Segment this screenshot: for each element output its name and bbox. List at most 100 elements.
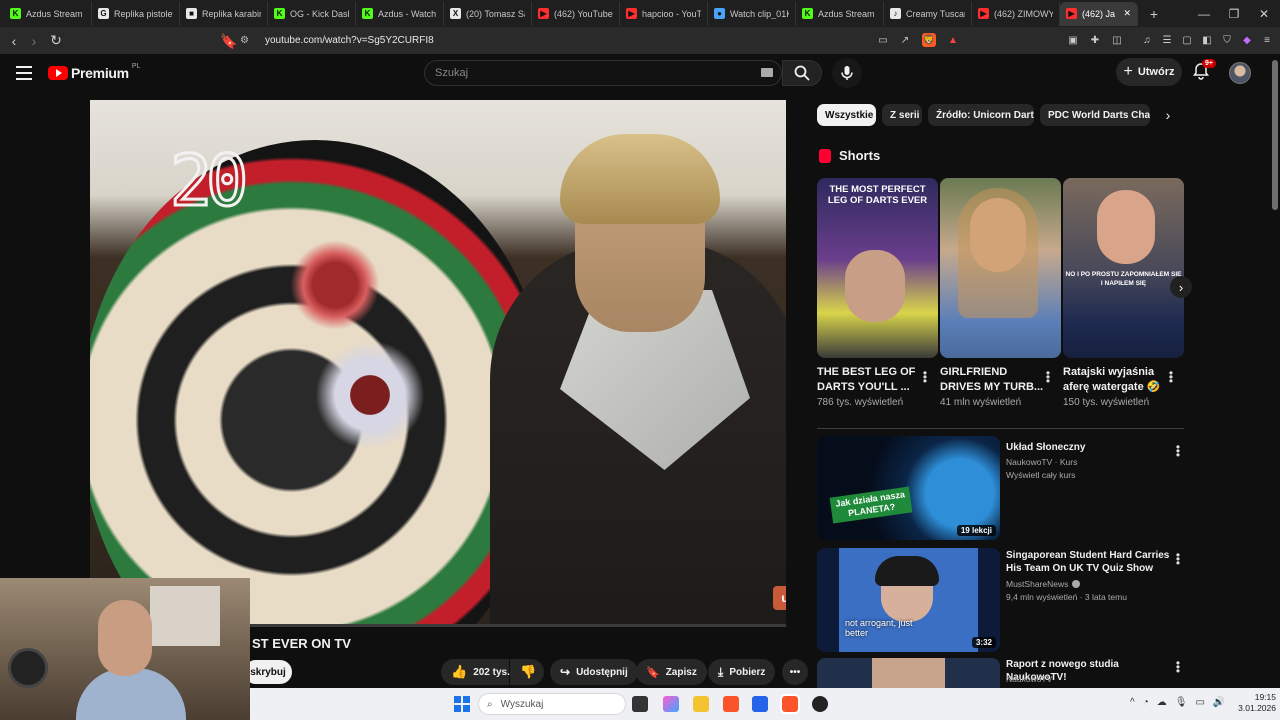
reload-icon[interactable]: ↻ [46, 31, 66, 51]
copilot-icon[interactable] [663, 696, 679, 712]
kebab-menu-icon[interactable]: • • • [920, 367, 930, 387]
tab-favicon-icon: ▶ [1066, 8, 1077, 19]
download-button[interactable]: ⤓ Pobierz [708, 659, 776, 685]
video-player[interactable]: 20 u [90, 100, 786, 626]
maximize-icon[interactable]: ❐ [1219, 0, 1249, 27]
file-explorer-icon[interactable] [693, 696, 709, 712]
brave-rewards-icon[interactable]: ▲ [946, 33, 960, 47]
kebab-menu-icon[interactable]: • • • [1173, 549, 1183, 569]
chip-series[interactable]: Z serii [882, 104, 922, 126]
view-full-course-link[interactable]: Wyświetl cały kurs [1006, 469, 1075, 481]
browser-tab[interactable]: ● Watch clip_01K [708, 1, 796, 26]
short-thumbnail[interactable]: NO I PO PROSTU ZAPOMNIAŁEM SIĘ I NAPIŁEM… [1063, 178, 1184, 358]
more-actions-button[interactable]: ••• [782, 659, 808, 685]
browser-tab[interactable]: ▶ hapcioo - YouT [620, 1, 708, 26]
browser-tab[interactable]: X (20) Tomasz Sa [444, 1, 532, 26]
clock[interactable]: 19:15 3.01.2026 [1226, 692, 1276, 714]
subscribe-button[interactable]: skrybuj [244, 660, 292, 684]
screenshot-icon[interactable]: ◫ [1110, 33, 1124, 47]
chip-all[interactable]: Wszystkie [817, 104, 876, 126]
bookmark-icon[interactable]: 🔖 [219, 31, 239, 51]
chip-pdc[interactable]: PDC World Darts Champ [1040, 104, 1150, 126]
close-tab-icon[interactable]: ✕ [1123, 8, 1131, 19]
save-button[interactable]: 🔖 Zapisz [636, 659, 707, 685]
brave-browser-active-icon[interactable] [780, 694, 800, 714]
kebab-menu-icon[interactable]: • • • [1043, 367, 1053, 387]
youtube-logo[interactable]: Premium PL [48, 63, 140, 81]
recommended-video-title[interactable]: Singaporean Student Hard Carries His Tea… [1006, 549, 1171, 575]
site-info-icon[interactable]: ⚙ [240, 35, 249, 46]
recommended-channel[interactable]: NaukowoTV · Kurs [1006, 456, 1077, 468]
avatar[interactable] [1229, 62, 1251, 84]
kebab-menu-icon[interactable]: • • • [1173, 441, 1183, 461]
shorts-next-icon[interactable]: › [1170, 276, 1192, 298]
browser-tab[interactable]: K Azdus Stream - [4, 1, 92, 26]
recommended-video-title[interactable]: Układ Słoneczny [1006, 441, 1171, 454]
obs-icon[interactable] [812, 696, 828, 712]
browser-tab[interactable]: ♪ Creamy Tuscan [884, 1, 972, 26]
like-button[interactable]: 👍 202 tys. [441, 659, 510, 685]
page-scrollbar[interactable] [1272, 60, 1278, 210]
windows-start-icon[interactable] [454, 696, 470, 712]
short-thumbnail[interactable]: THE MOST PERFECT LEG OF DARTS EVER [817, 178, 938, 358]
forward-icon[interactable]: › [24, 31, 44, 51]
menu-icon[interactable]: ≡ [1260, 33, 1274, 47]
browser-tab-strip: K Azdus Stream - G Replika pistolet ■ Replika… [0, 0, 1280, 27]
extension-icon[interactable]: ▣ [1066, 33, 1080, 47]
share-button[interactable]: ↪ Udostępnij [550, 659, 638, 685]
channel-watermark-icon[interactable]: u [773, 586, 786, 610]
brave-browser-icon[interactable] [723, 696, 739, 712]
browser-tab[interactable]: K Azdus Stream [796, 1, 884, 26]
browser-tab[interactable]: K Azdus - Watch [356, 1, 444, 26]
kebab-menu-icon[interactable]: • • • [1166, 367, 1176, 387]
cast-icon[interactable]: ▭ [876, 33, 890, 47]
voice-search-button[interactable] [832, 58, 862, 88]
short-title[interactable]: GIRLFRIEND DRIVES MY TURB... [940, 365, 1050, 395]
short-title[interactable]: Ratajski wyjaśnia aferę watergate 🤣 [1063, 365, 1173, 395]
close-window-icon[interactable]: ✕ [1249, 0, 1279, 27]
media-icon[interactable]: ♫ [1140, 33, 1154, 47]
recommended-channel-row[interactable]: MustShareNews [1006, 578, 1081, 590]
taskbar-search[interactable]: ⌕ Wyszukaj [478, 693, 626, 715]
search-input[interactable]: Szukaj [424, 60, 782, 86]
create-button[interactable]: + Utwórz [1116, 58, 1182, 86]
url-field[interactable]: ⚙ youtube.com/watch?v=Sg5Y2CURFI8 [240, 31, 860, 50]
short-views: 786 tys. wyświetleń [817, 397, 904, 408]
video-thumbnail[interactable]: Jak działa nasza PLANETA? 19 lekcji [817, 436, 1000, 540]
browser-tab[interactable]: K OG - Kick Dash [268, 1, 356, 26]
search-button[interactable] [782, 60, 822, 86]
system-tray[interactable]: ^ ◔ ☁ 🎙 ▭ 🔊 [1130, 697, 1225, 708]
back-icon[interactable]: ‹ [4, 31, 24, 51]
sidebar-icon[interactable]: ◧ [1200, 33, 1214, 47]
brave-shield-icon[interactable]: 🦁 [922, 33, 936, 47]
browser-tab[interactable]: ▶ (462) YouTube [532, 1, 620, 26]
video-thumbnail[interactable] [817, 658, 1000, 688]
chip-source[interactable]: Źródło: Unicorn Darts [928, 104, 1034, 126]
short-title[interactable]: THE BEST LEG OF DARTS YOU'LL ... [817, 365, 927, 395]
vpn-icon[interactable]: ⛉ [1220, 33, 1234, 47]
chips-next-icon[interactable]: › [1157, 104, 1179, 126]
new-tab-button[interactable]: + [1142, 2, 1166, 26]
share-page-icon[interactable]: ↗ [898, 33, 912, 47]
puzzle-icon[interactable]: ✚ [1088, 33, 1102, 47]
wallet-icon[interactable]: ▢ [1180, 33, 1194, 47]
tab-title: Replika pistolet [114, 8, 173, 19]
reading-list-icon[interactable]: ☰ [1160, 33, 1174, 47]
notifications-button[interactable]: 9+ [1192, 59, 1216, 82]
dislike-button[interactable]: 👎 [510, 659, 544, 685]
browser-tab[interactable]: ■ Replika karabin [180, 1, 268, 26]
browser-tab[interactable]: ▶ (462) ZIMOWY [972, 1, 1060, 26]
leo-ai-icon[interactable]: ◆ [1240, 33, 1254, 47]
store-icon[interactable] [752, 696, 768, 712]
bookmark-save-icon: 🔖 [646, 666, 660, 679]
browser-tab[interactable]: G Replika pistolet [92, 1, 180, 26]
keyboard-icon[interactable] [761, 68, 773, 77]
recommended-channel[interactable]: NaukowoTV [1006, 673, 1052, 685]
short-thumbnail[interactable] [940, 178, 1061, 358]
video-thumbnail[interactable]: not arrogant, just better 3:32 [817, 548, 1000, 652]
kebab-menu-icon[interactable]: • • • [1173, 657, 1183, 677]
hamburger-menu-icon[interactable] [16, 66, 32, 80]
browser-tab[interactable]: ▶ (462) Ja ✕ [1060, 1, 1138, 26]
minimize-icon[interactable]: — [1189, 0, 1219, 27]
task-view-icon[interactable] [632, 696, 648, 712]
